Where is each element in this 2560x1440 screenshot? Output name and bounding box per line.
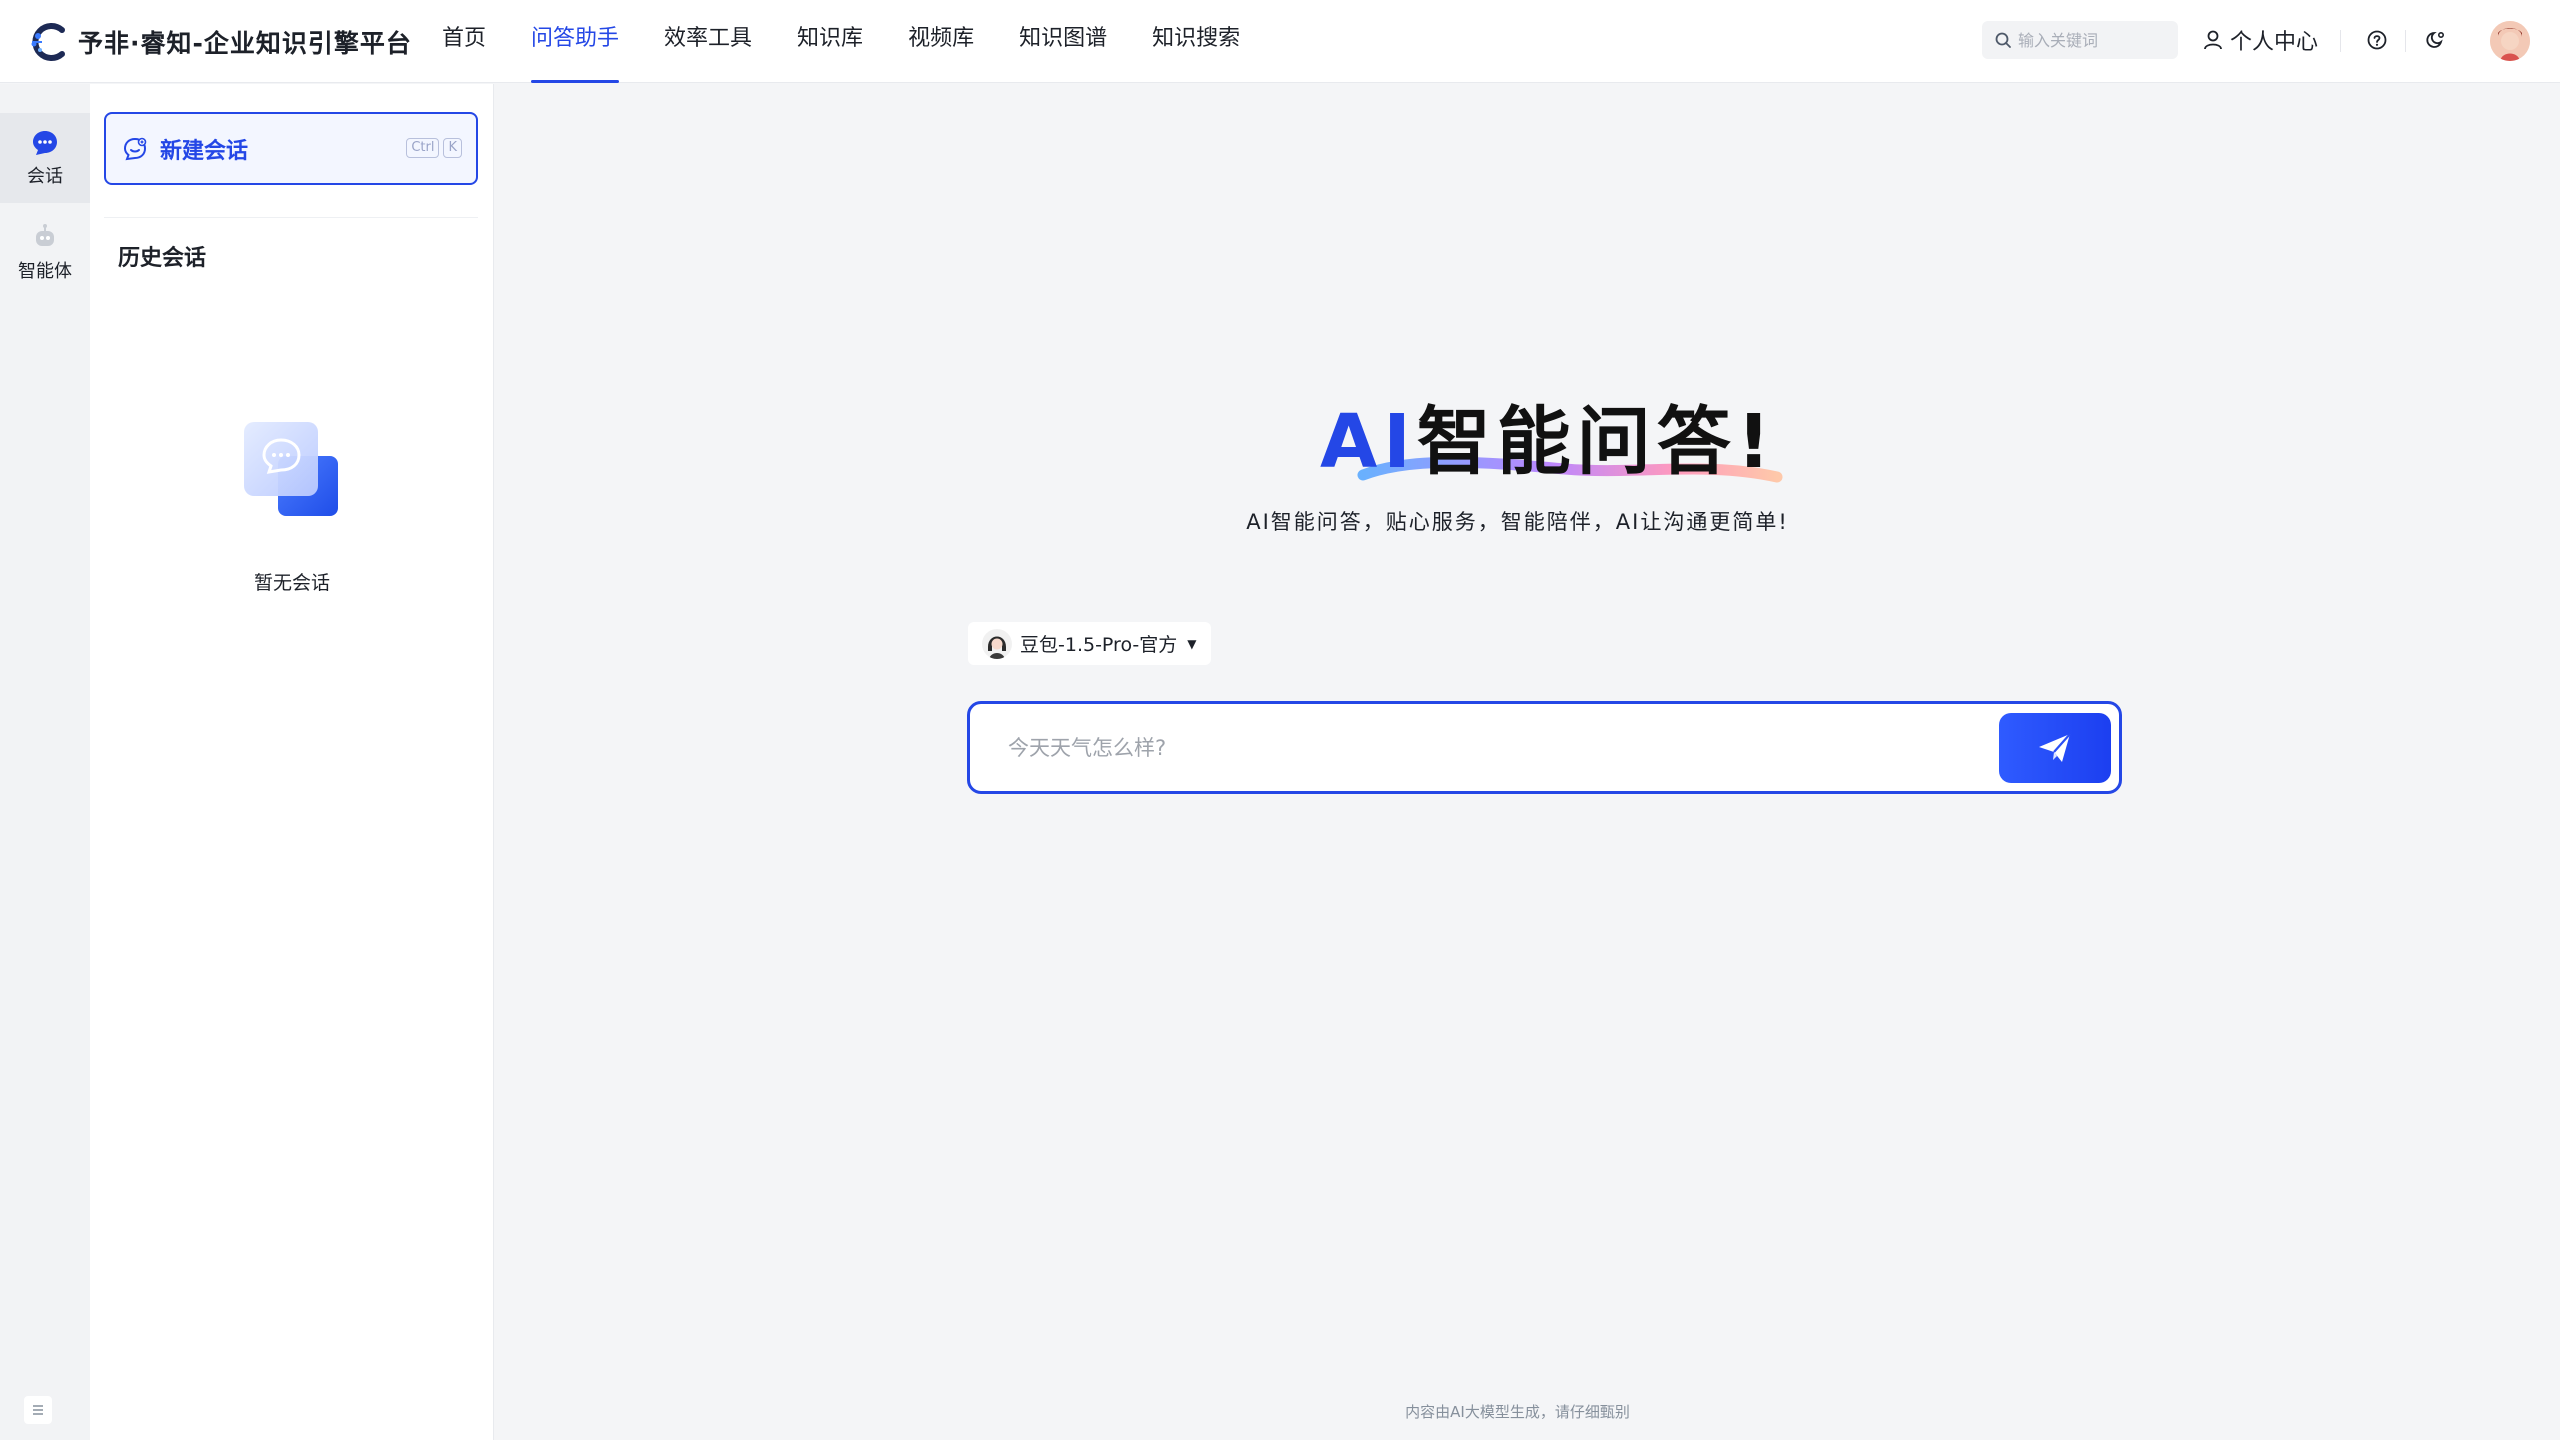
model-name: 豆包-1.5-Pro-官方	[1020, 634, 1178, 656]
header-divider	[2340, 30, 2341, 52]
shortcut-hint: Ctrl K	[402, 138, 462, 158]
chat-bubble-icon	[33, 131, 57, 155]
hero-title-ai: AI	[1320, 399, 1417, 485]
nav-home[interactable]: 首页	[442, 0, 486, 83]
sidebar-divider	[104, 217, 478, 218]
user-center-link[interactable]: 个人中心	[2202, 24, 2318, 56]
main-nav: 首页 问答助手 效率工具 知识库 视频库 知识图谱 知识搜索	[442, 0, 1285, 83]
nav-knowledge-base[interactable]: 知识库	[797, 0, 863, 83]
nav-efficiency-tools[interactable]: 效率工具	[664, 0, 752, 83]
brand[interactable]: 予非·睿知-企业知识引擎平台	[28, 22, 412, 62]
user-center-label: 个人中心	[2230, 30, 2319, 55]
empty-chat-illustration-icon	[244, 422, 338, 516]
avatar-image	[2490, 21, 2530, 61]
hero-subtitle: AI智能问答，贴心服务，智能陪伴，AI让沟通更简单!	[1246, 510, 1789, 534]
collapse-sidebar-button[interactable]	[24, 1396, 52, 1424]
rail-item-label: 智能体	[18, 261, 72, 282]
history-title: 历史会话	[118, 246, 207, 271]
rail-item-chat[interactable]: 会话	[0, 113, 90, 203]
caret-down-icon: ▼	[1187, 636, 1197, 651]
new-chat-icon	[123, 137, 147, 160]
nav-video-library[interactable]: 视频库	[908, 0, 974, 83]
new-chat-label: 新建会话	[160, 138, 249, 164]
chat-input[interactable]	[1008, 732, 1968, 764]
menu-icon	[33, 1405, 43, 1415]
robot-icon	[36, 224, 54, 246]
model-avatar-icon	[982, 628, 1012, 659]
header-divider	[2405, 30, 2406, 52]
help-icon[interactable]	[2365, 28, 2389, 52]
hero-title-text: 智能问答!	[1416, 399, 1777, 485]
model-selector[interactable]: 豆包-1.5-Pro-官方 ▼	[968, 622, 1211, 665]
main-content: AI智能问答! AI智能问答，贴心服务，智能陪伴，AI让沟通更简单! 豆包-1.…	[495, 84, 2560, 1440]
nav-knowledge-graph[interactable]: 知识图谱	[1019, 0, 1107, 83]
brand-logo-icon	[31, 23, 65, 61]
shortcut-key: Ctrl	[406, 138, 440, 158]
user-avatar[interactable]	[2490, 21, 2530, 61]
user-icon	[2204, 30, 2222, 50]
shortcut-key: K	[443, 138, 462, 158]
nav-knowledge-search[interactable]: 知识搜索	[1152, 0, 1240, 83]
history-sidebar: 新建会话 Ctrl K 历史会话 暂无会话	[90, 84, 494, 1440]
ai-disclaimer: 内容由AI大模型生成，请仔细甄别	[1405, 1403, 1630, 1421]
theme-toggle-icon[interactable]	[2424, 28, 2448, 52]
top-header: 予非·睿知-企业知识引擎平台 首页 问答助手 效率工具 知识库 视频库 知识图谱…	[0, 0, 2560, 83]
hero-title: AI智能问答!	[1320, 387, 1777, 497]
brand-title: 予非·睿知-企业知识引擎平台	[78, 29, 412, 58]
hero-title-block: AI智能问答!	[1320, 387, 1800, 497]
rail-item-agent[interactable]: 智能体	[0, 208, 90, 298]
empty-history-text: 暂无会话	[253, 572, 330, 594]
send-icon	[2039, 733, 2071, 762]
search-icon	[1995, 32, 2011, 48]
search-input[interactable]	[2018, 30, 2168, 50]
new-chat-button[interactable]: 新建会话 Ctrl K	[104, 112, 478, 185]
header-search	[1982, 21, 2178, 59]
chat-input-box	[967, 701, 2122, 794]
send-button[interactable]	[1999, 713, 2111, 783]
nav-qa-assistant[interactable]: 问答助手	[531, 0, 620, 83]
left-rail: 会话 智能体	[0, 84, 90, 1440]
rail-item-label: 会话	[27, 166, 63, 187]
